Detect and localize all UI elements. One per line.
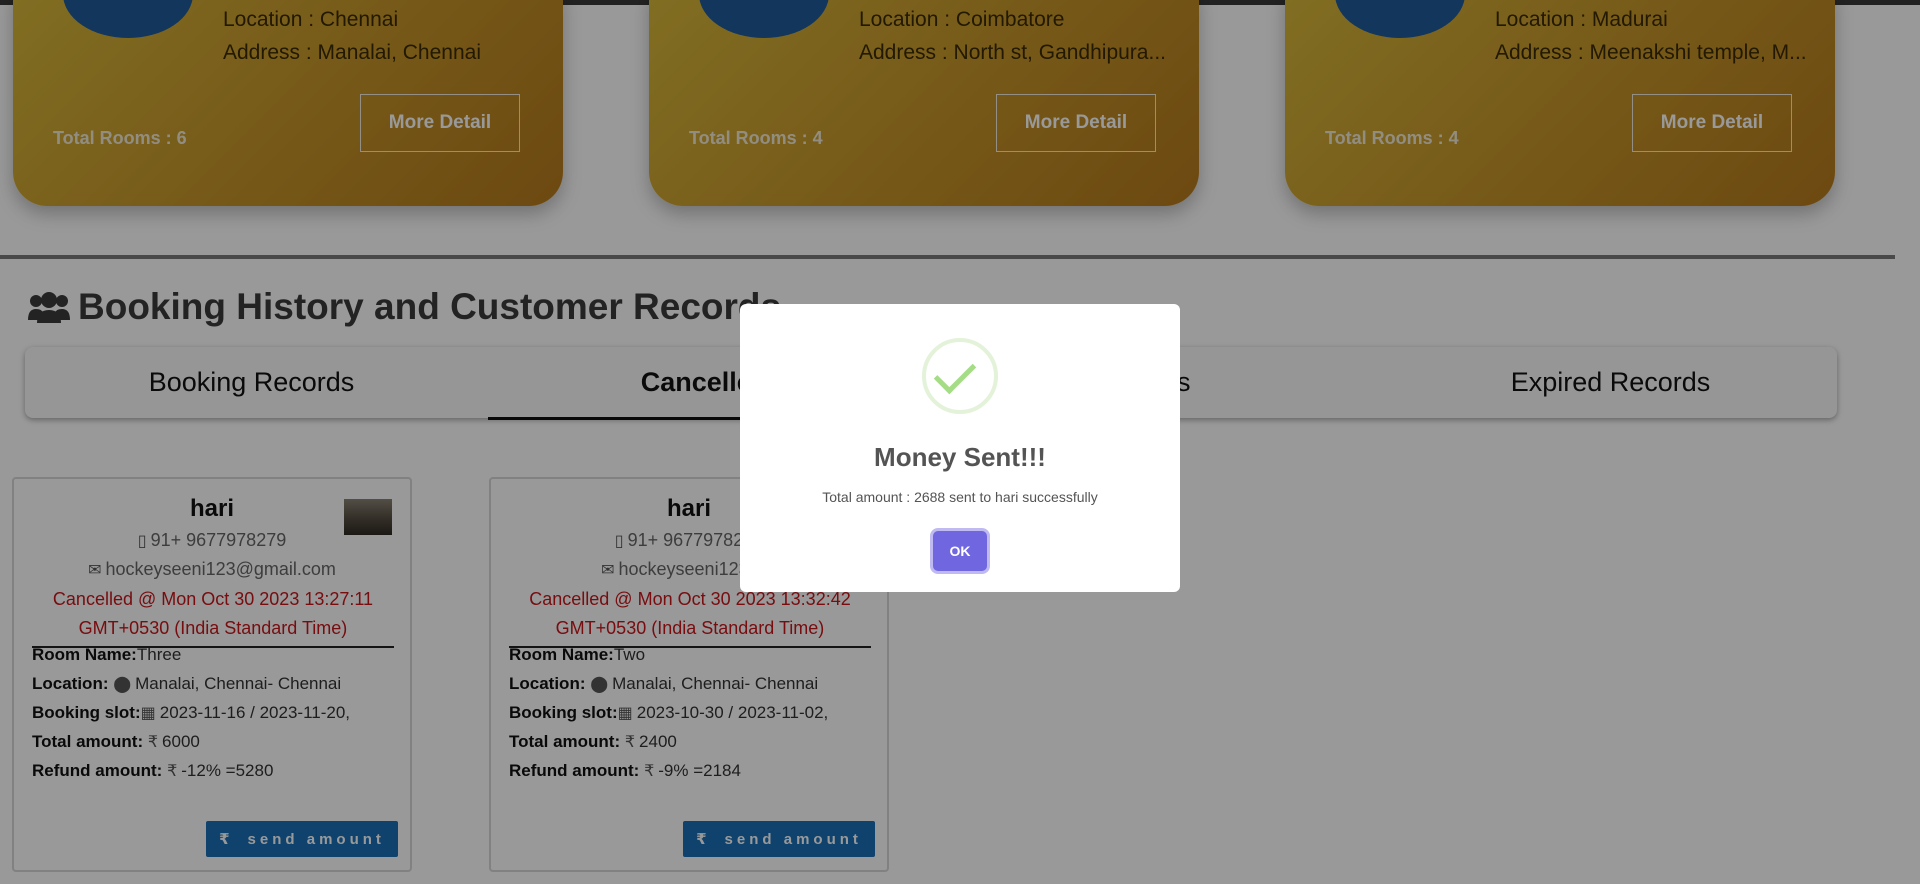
dialog-title: Money Sent!!! (874, 442, 1046, 472)
dialog-message: Total amount : 2688 sent to hari success… (822, 489, 1098, 505)
success-dialog: Money Sent!!! Total amount : 2688 sent t… (740, 304, 1180, 592)
ok-button[interactable]: OK (933, 531, 987, 571)
success-check-icon (922, 338, 998, 414)
